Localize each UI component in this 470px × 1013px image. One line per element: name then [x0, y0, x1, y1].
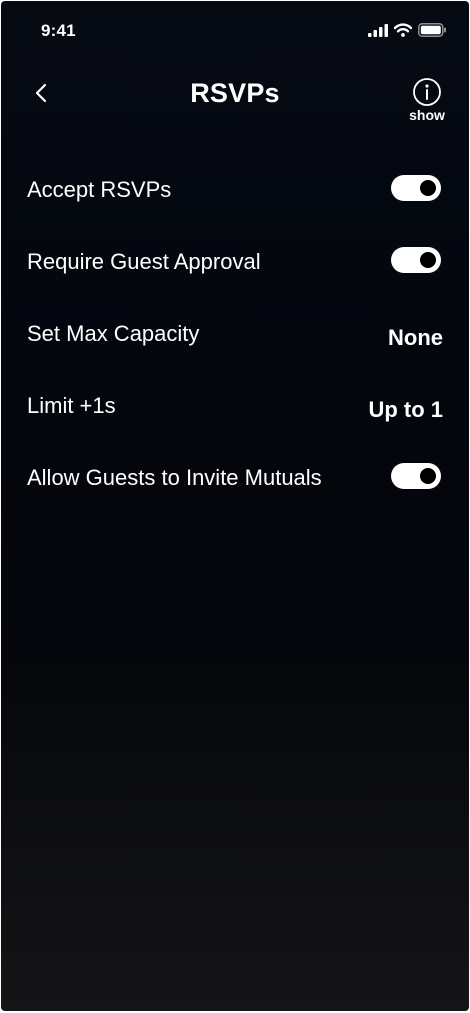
setting-label: Set Max Capacity [27, 321, 200, 346]
battery-icon [418, 23, 446, 37]
accept-rsvps-toggle[interactable] [391, 175, 441, 201]
status-bar: 9:41 [1, 1, 469, 61]
info-button[interactable]: show [403, 77, 451, 123]
status-time: 9:41 [41, 21, 76, 40]
setting-row-allow-invite-mutuals: Allow Guests to Invite Mutuals [1, 449, 469, 539]
signal-icon [368, 23, 388, 37]
setting-label: Allow Guests to Invite Mutuals [27, 465, 322, 490]
setting-label: Limit +1s [27, 393, 116, 418]
rsvp-settings-screen: 9:41 RSVPs show Accept RSVPs Require Gue… [1, 1, 469, 1011]
info-label: show [409, 107, 445, 123]
wifi-icon [394, 23, 412, 37]
status-icons [368, 23, 447, 37]
settings-list: Accept RSVPs Require Guest Approval Set … [1, 161, 469, 539]
setting-row-limit-plus-ones[interactable]: Limit +1s Up to 1 [1, 377, 469, 449]
toggle-knob [420, 180, 436, 196]
info-icon [413, 78, 441, 106]
setting-row-require-guest-approval: Require Guest Approval [1, 233, 469, 305]
toggle-knob [420, 252, 436, 268]
allow-invite-mutuals-toggle[interactable] [391, 463, 441, 489]
limit-plus-ones-value[interactable]: Up to 1 [368, 394, 443, 426]
nav-bar: RSVPs show [1, 61, 469, 131]
page-title: RSVPs [190, 78, 280, 108]
max-capacity-value[interactable]: None [388, 322, 443, 354]
require-guest-approval-toggle[interactable] [391, 247, 441, 273]
setting-label: Accept RSVPs [27, 177, 172, 202]
toggle-knob [420, 468, 436, 484]
setting-row-max-capacity[interactable]: Set Max Capacity None [1, 305, 469, 377]
setting-label: Require Guest Approval [27, 249, 261, 274]
setting-row-accept-rsvps: Accept RSVPs [1, 161, 469, 233]
